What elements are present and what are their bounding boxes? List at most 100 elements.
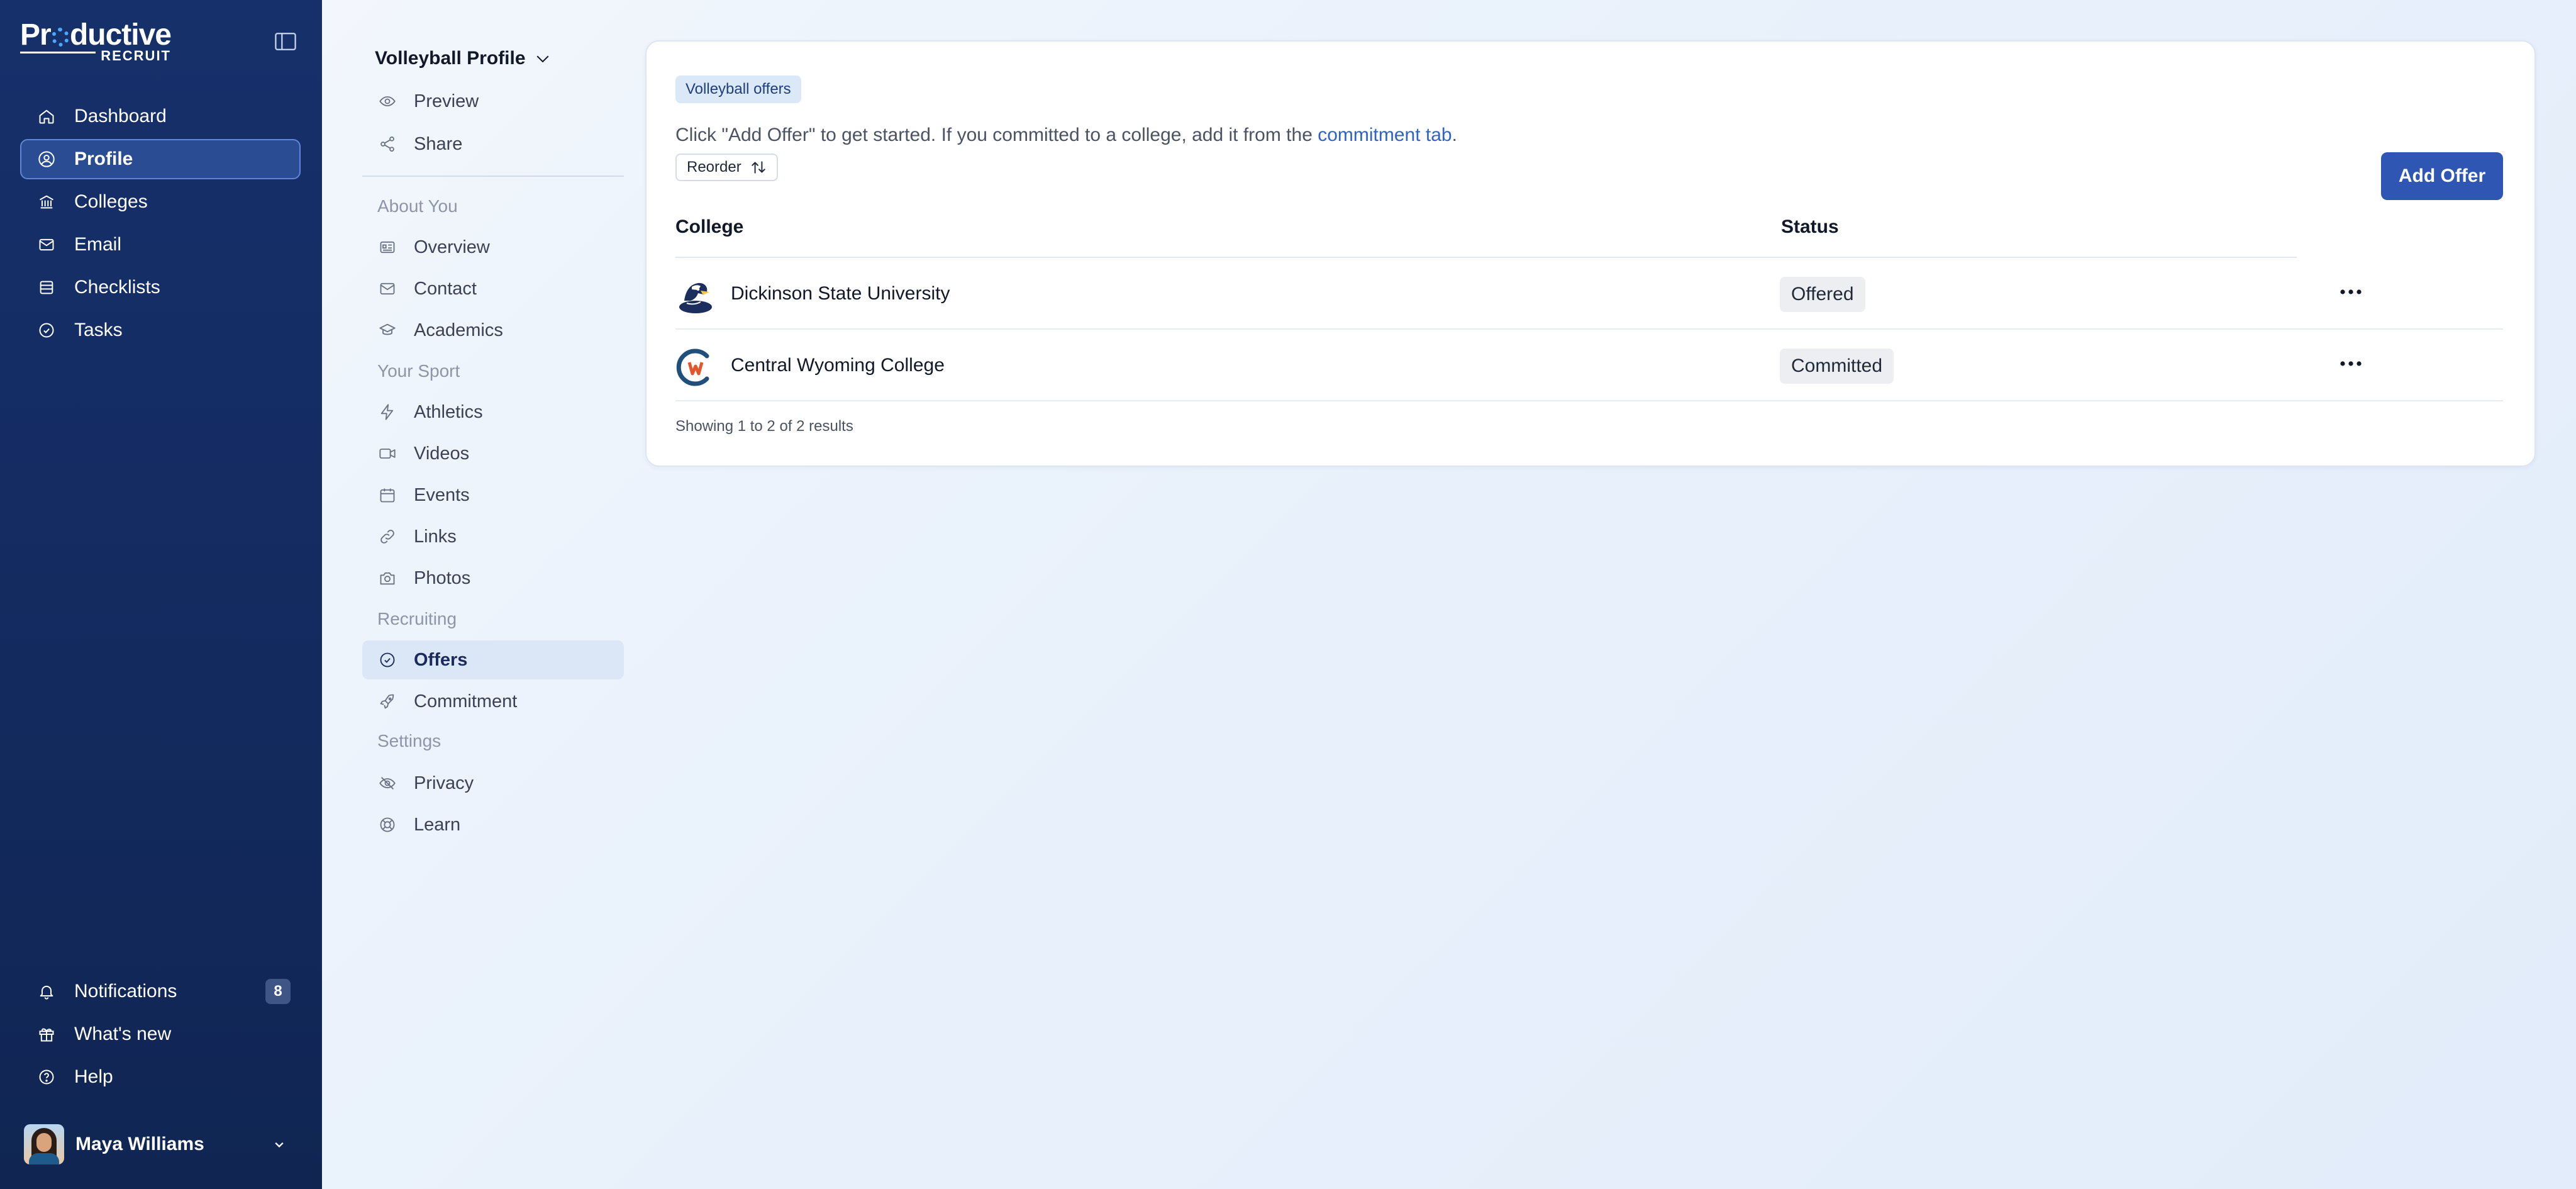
add-offer-button[interactable]: Add Offer: [2381, 152, 2503, 200]
reorder-button[interactable]: Reorder: [675, 154, 778, 181]
calendar-icon: [379, 486, 396, 504]
offers-card: Volleyball offers Click "Add Offer" to g…: [645, 40, 2536, 467]
subnav-label: Contact: [414, 278, 477, 299]
id-card-icon: [379, 238, 396, 256]
nav-label: Help: [74, 1066, 113, 1087]
nav-item-help[interactable]: Help: [20, 1057, 301, 1097]
subnav-item-share[interactable]: Share: [362, 125, 624, 164]
primary-nav: Dashboard Profile Colleges Email Checkli…: [20, 96, 301, 353]
nav-item-whats-new[interactable]: What's new: [20, 1014, 301, 1054]
nav-label: What's new: [74, 1024, 172, 1044]
gift-icon: [38, 1025, 55, 1043]
nav-label: Checklists: [74, 277, 160, 298]
subnav-item-commitment[interactable]: Commitment: [362, 682, 624, 721]
subnav-item-contact[interactable]: Contact: [362, 269, 624, 308]
profile-switcher[interactable]: Volleyball Profile: [375, 48, 552, 69]
subnav-label: Academics: [414, 320, 503, 340]
subnav-label: Commitment: [414, 691, 518, 712]
subnav-item-offers[interactable]: Offers: [362, 640, 624, 679]
nav-item-colleges[interactable]: Colleges: [20, 182, 301, 222]
nav-item-checklists[interactable]: Checklists: [20, 267, 301, 308]
subnav-item-photos[interactable]: Photos: [362, 559, 624, 598]
subnav-label: Athletics: [414, 401, 483, 422]
subnav-label: Share: [414, 133, 463, 154]
nav-item-notifications[interactable]: Notifications 8: [20, 971, 301, 1012]
user-circle-icon: [38, 150, 55, 168]
graduation-cap-icon: [379, 321, 396, 339]
bell-icon: [38, 983, 55, 1000]
profile-switcher-label: Volleyball Profile: [375, 48, 526, 69]
reorder-label: Reorder: [687, 159, 741, 176]
subnav-item-preview[interactable]: Preview: [362, 82, 624, 121]
cw-logo-icon: [676, 349, 709, 386]
subnav-label: Offers: [414, 649, 468, 670]
subnav-label: Videos: [414, 443, 470, 464]
nav-item-tasks[interactable]: Tasks: [20, 310, 301, 350]
subnav-item-privacy[interactable]: Privacy: [362, 764, 624, 803]
description-end: .: [1452, 125, 1457, 145]
eye-off-icon: [379, 774, 396, 792]
check-circle-icon: [38, 321, 55, 339]
collapse-sidebar-button[interactable]: [273, 30, 298, 53]
nav-label: Profile: [74, 148, 133, 169]
subnav-label: Overview: [414, 237, 490, 257]
section-title-recruiting: Recruiting: [377, 609, 457, 628]
column-header-college[interactable]: College: [675, 216, 743, 238]
sidebar-toggle-icon: [275, 33, 296, 50]
table-row[interactable]: Central Wyoming College Committed: [675, 330, 2503, 401]
video-icon: [379, 445, 396, 462]
college-name: Central Wyoming College: [731, 355, 945, 376]
subnav-item-events[interactable]: Events: [362, 476, 624, 515]
subnav-label: Links: [414, 526, 457, 547]
link-icon: [379, 528, 396, 545]
nav-item-profile[interactable]: Profile: [20, 139, 301, 179]
nav-label: Dashboard: [74, 106, 167, 126]
logo-underline: [20, 52, 96, 53]
mail-icon: [38, 236, 55, 254]
commitment-tab-link[interactable]: commitment tab: [1318, 125, 1452, 145]
mail-icon: [379, 280, 396, 298]
share-icon: [379, 135, 396, 153]
offers-description: Click "Add Offer" to get started. If you…: [675, 125, 1457, 146]
subnav-item-overview[interactable]: Overview: [362, 228, 624, 267]
subnav-item-learn[interactable]: Learn: [362, 805, 624, 844]
subnav-item-athletics[interactable]: Athletics: [362, 393, 624, 432]
section-title-about-you: About You: [377, 196, 458, 216]
productive-recruit-logo[interactable]: Pr ductive RECRUIT: [20, 18, 172, 64]
check-circle-icon: [379, 651, 396, 669]
subnav-label: Privacy: [414, 773, 474, 793]
pagination-summary: Showing 1 to 2 of 2 results: [675, 418, 853, 435]
more-horizontal-icon: [2340, 361, 2362, 366]
row-actions-button[interactable]: [2336, 279, 2366, 304]
college-name: Dickinson State University: [731, 283, 950, 304]
subnav-item-links[interactable]: Links: [362, 517, 624, 556]
chevron-down-icon: [536, 55, 548, 63]
lifebuoy-icon: [379, 816, 396, 834]
subnav-label: Learn: [414, 814, 461, 835]
table-row[interactable]: Dickinson State University Offered: [675, 258, 2503, 330]
subnav-item-videos[interactable]: Videos: [362, 434, 624, 473]
home-icon: [38, 108, 55, 125]
nav-item-email[interactable]: Email: [20, 225, 301, 265]
sort-arrows-icon: [751, 161, 765, 174]
user-menu[interactable]: Maya Williams: [24, 1124, 288, 1165]
more-horizontal-icon: [2340, 289, 2362, 294]
logo-subtitle: RECRUIT: [101, 48, 171, 64]
rocket-icon: [379, 693, 396, 710]
status-badge: Offered: [1780, 277, 1865, 312]
user-name: Maya Williams: [75, 1134, 204, 1154]
subnav-item-academics[interactable]: Academics: [362, 311, 624, 350]
camera-icon: [379, 569, 396, 587]
section-title-settings: Settings: [377, 731, 441, 751]
subnav-label: Photos: [414, 567, 471, 588]
row-actions-button[interactable]: [2336, 351, 2366, 376]
chevron-down-icon: [275, 1142, 284, 1148]
logo-text-end: ductive: [69, 18, 172, 52]
subnav-label: Events: [414, 484, 470, 505]
nav-label: Notifications: [74, 981, 177, 1002]
nav-label: Email: [74, 234, 122, 255]
nav-label: Tasks: [74, 320, 123, 340]
nav-item-dashboard[interactable]: Dashboard: [20, 96, 301, 137]
column-header-status[interactable]: Status: [1781, 216, 1839, 238]
list-icon: [38, 279, 55, 296]
